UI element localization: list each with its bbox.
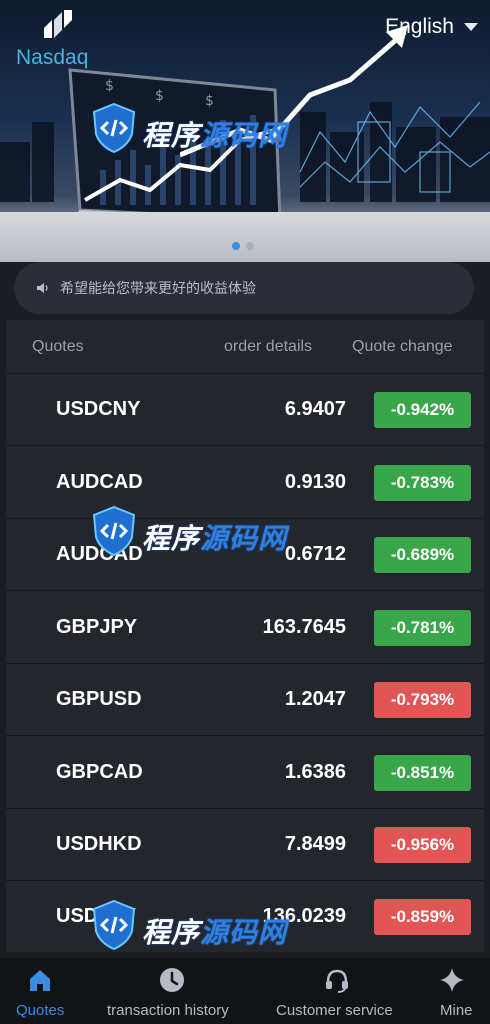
headset-icon xyxy=(326,969,348,993)
carousel-indicator xyxy=(232,242,254,250)
quote-change-badge: -0.781% xyxy=(374,610,471,646)
language-selector[interactable]: English xyxy=(385,12,478,42)
quote-symbol: GBPJPY xyxy=(56,616,138,638)
quote-row[interactable]: AUDCAD 0.9130 -0.783% xyxy=(6,447,484,519)
announcement-text: 希望能给您带来更好的收益体验 xyxy=(60,280,256,296)
quote-price: 7.8499 xyxy=(284,833,346,855)
column-header-quotes: Quotes xyxy=(32,338,84,355)
svg-text:$: $ xyxy=(105,78,114,94)
quote-row[interactable]: USDHKD 7.8499 -0.956% xyxy=(6,809,484,881)
quote-row[interactable]: GBPUSD 1.2047 -0.793% xyxy=(6,664,484,736)
quote-row[interactable]: USDCNY 6.9407 -0.942% xyxy=(6,374,484,446)
quote-symbol: GBPCAD xyxy=(56,761,143,783)
quote-change-badge: -0.851% xyxy=(374,755,471,791)
announcement-bar[interactable]: 希望能给您带来更好的收益体验 xyxy=(14,262,474,314)
quote-symbol: USDJPY xyxy=(56,905,137,927)
growth-arrow-graphic xyxy=(180,25,408,158)
language-label: English xyxy=(385,15,454,38)
nav-item-customer-service[interactable]: Customer service xyxy=(272,958,402,1024)
quote-price: 0.9130 xyxy=(284,471,346,493)
quote-row[interactable]: GBPCAD 1.6386 -0.851% xyxy=(6,737,484,809)
quote-row[interactable]: AUDCAD 0.6712 -0.689% xyxy=(6,519,484,591)
quote-change-badge: -0.942% xyxy=(374,392,471,428)
quote-price: 0.6712 xyxy=(284,543,346,565)
nav-label-customer-service: Customer service xyxy=(276,1002,393,1019)
chevron-down-icon xyxy=(464,23,478,31)
quote-change-badge: -0.783% xyxy=(374,465,471,501)
nav-item-quotes[interactable]: Quotes xyxy=(8,958,72,1024)
bottom-navigation: Quotes transaction history Customer serv… xyxy=(0,958,490,1024)
quote-change-badge: -0.689% xyxy=(374,537,471,573)
column-header-order-details: order details xyxy=(224,338,313,355)
nav-label-mine: Mine xyxy=(440,1002,473,1019)
brand-name: Nasdaq xyxy=(16,46,89,69)
quote-price: 1.6386 xyxy=(284,761,346,783)
hero-banner[interactable]: $ $ $ Nasdaq English xyxy=(0,0,490,262)
carousel-dot-active[interactable] xyxy=(232,242,240,250)
home-icon xyxy=(30,970,50,991)
speaker-icon xyxy=(37,283,48,293)
quote-change-badge: -0.859% xyxy=(374,899,471,935)
quote-symbol: USDCNY xyxy=(56,398,141,420)
nasdaq-logo-icon xyxy=(44,10,72,38)
quote-row[interactable]: USDJPY 136.0239 -0.859% xyxy=(6,881,484,952)
quote-price: 6.9407 xyxy=(284,398,346,420)
column-header-quote-change: Quote change xyxy=(352,338,453,355)
nav-item-mine[interactable]: Mine xyxy=(426,958,486,1024)
quotes-table-header: Quotes order details Quote change xyxy=(6,320,484,374)
quote-price: 163.7645 xyxy=(262,616,346,638)
quote-price: 136.0239 xyxy=(262,905,346,927)
quote-row[interactable]: GBPJPY 163.7645 -0.781% xyxy=(6,592,484,664)
nav-label-transaction-history: transaction history xyxy=(107,1002,229,1019)
quote-symbol: AUDCAD xyxy=(56,543,143,565)
sparkle-icon xyxy=(440,968,464,992)
quote-change-badge: -0.793% xyxy=(374,682,471,718)
carousel-dot[interactable] xyxy=(246,242,254,250)
nasdaq-logo: Nasdaq xyxy=(16,8,106,69)
desk-surface xyxy=(0,212,490,262)
nav-label-quotes: Quotes xyxy=(16,1002,65,1019)
quote-symbol: AUDCAD xyxy=(56,471,143,493)
quote-symbol: GBPUSD xyxy=(56,688,142,710)
clock-icon xyxy=(160,968,184,992)
nav-item-transaction-history[interactable]: transaction history xyxy=(104,958,240,1024)
quotes-panel: Quotes order details Quote change USDCNY… xyxy=(6,320,484,952)
quote-symbol: USDHKD xyxy=(56,833,142,855)
quote-price: 1.2047 xyxy=(284,688,346,710)
svg-text:$: $ xyxy=(155,88,164,104)
quote-change-badge: -0.956% xyxy=(374,827,471,863)
